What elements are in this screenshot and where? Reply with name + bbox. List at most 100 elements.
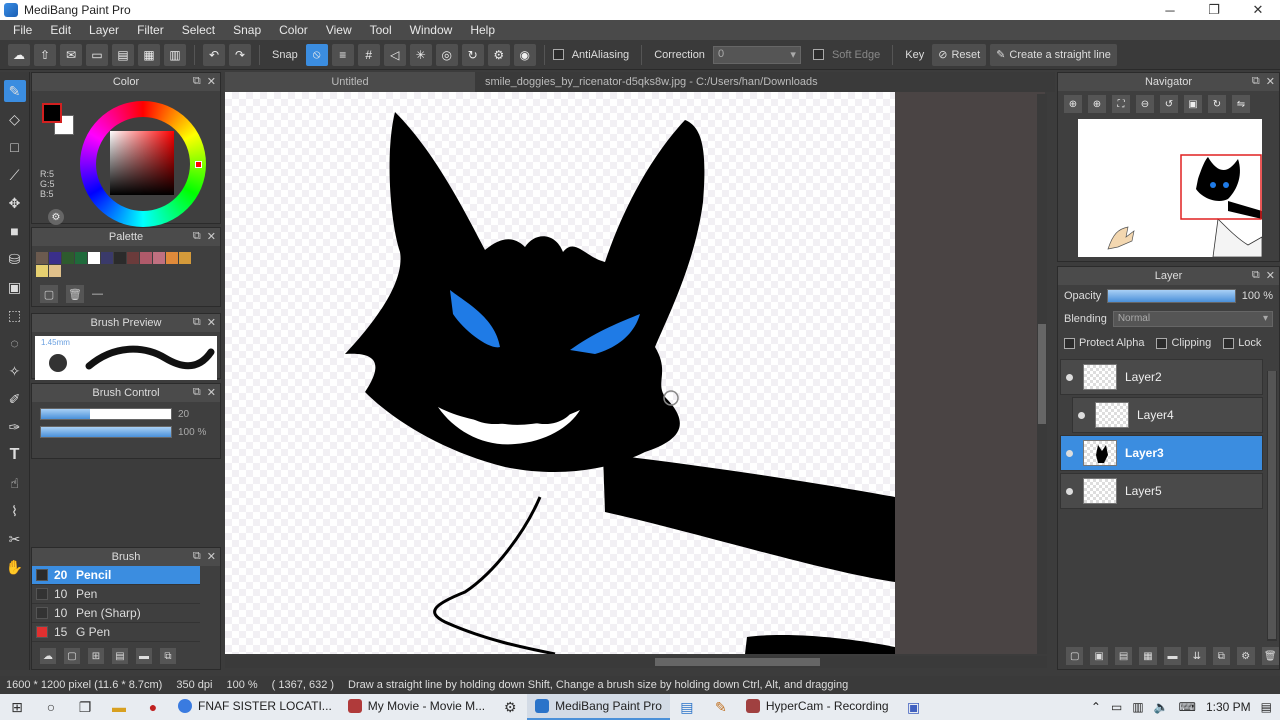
menu-edit[interactable]: Edit	[41, 23, 80, 37]
flip-icon[interactable]: ⇋	[1232, 95, 1250, 113]
taskbar-app-medibang[interactable]: MediBang Paint Pro	[527, 694, 670, 720]
protect-alpha-option[interactable]: Protect Alpha	[1064, 337, 1144, 349]
line-tool-icon[interactable]: ⟋	[4, 164, 26, 186]
rotate-left-icon[interactable]: ↺	[1160, 95, 1178, 113]
palette-swatch[interactable]	[140, 252, 152, 264]
menu-color[interactable]: Color	[270, 23, 317, 37]
tab-active-document[interactable]: smile_doggies_by_ricenator-d5qks8w.jpg -…	[475, 72, 828, 92]
new-halftone-layer-icon[interactable]: ▣	[1090, 647, 1108, 665]
menu-help[interactable]: Help	[461, 23, 504, 37]
menu-select[interactable]: Select	[173, 23, 224, 37]
palette-swatch[interactable]	[101, 252, 113, 264]
palette-swatch[interactable]	[36, 252, 48, 264]
eraser-tool-icon[interactable]: ◇	[4, 108, 26, 130]
new-8bit-layer-icon[interactable]: ▤	[1114, 647, 1133, 665]
zoom-in-alt-icon[interactable]: ⊕	[1088, 95, 1106, 113]
layer-row[interactable]: Layer3	[1060, 435, 1263, 471]
brush-item[interactable]: 10 Pen (Sharp)	[32, 604, 200, 623]
palette-swatch[interactable]	[49, 265, 61, 277]
popout-icon[interactable]: ⧉	[1252, 75, 1260, 88]
layer-row[interactable]: Layer5	[1060, 473, 1263, 509]
snap-grid-icon[interactable]: #	[357, 43, 380, 66]
clock[interactable]: 1:30 PM	[1206, 700, 1251, 714]
taskbar-app-chrome[interactable]: FNAF SISTER LOCATI...	[170, 694, 340, 720]
lasso-tool-icon[interactable]: ◌	[4, 332, 26, 354]
add-brush-icon[interactable]: ⊞	[88, 648, 104, 664]
operation-tool-icon[interactable]: ☝	[4, 472, 26, 494]
cortana-icon[interactable]: ○	[34, 694, 68, 720]
magic-wand-icon[interactable]: ✧	[4, 360, 26, 382]
popout-icon[interactable]: ⧉	[193, 230, 201, 243]
keyboard-icon[interactable]: ⌨	[1179, 700, 1196, 714]
cloud-brush-icon[interactable]: ☁	[40, 648, 56, 664]
snap-parallel-icon[interactable]: ≡	[331, 43, 354, 66]
settings-gear-icon[interactable]: ⚙	[493, 694, 527, 720]
palette-swatch[interactable]	[88, 252, 100, 264]
undo-icon[interactable]: ↶	[203, 43, 225, 66]
comic-icon[interactable]: ▭	[86, 43, 108, 66]
snap-off-icon[interactable]: ⦸	[305, 43, 328, 66]
brush-settings-icon[interactable]: ▤	[112, 648, 128, 664]
bucket-tool-icon[interactable]: ⛁	[4, 248, 26, 270]
text-tool-icon[interactable]: T	[4, 444, 26, 466]
snap-curve-icon[interactable]: ↻	[461, 43, 484, 66]
volume-icon[interactable]: 🔈	[1154, 700, 1169, 714]
close-icon[interactable]: ✕	[207, 230, 216, 243]
duplicate-layer-icon[interactable]: ⧉	[1212, 647, 1231, 665]
popout-icon[interactable]: ⧉	[193, 316, 201, 329]
close-icon[interactable]: ✕	[1266, 75, 1275, 88]
new-layer-icon[interactable]: ▢	[1066, 647, 1084, 665]
cloud-icon[interactable]: ☁	[8, 43, 30, 66]
rotate-right-icon[interactable]: ↻	[1208, 95, 1226, 113]
scroll-thumb[interactable]	[655, 658, 820, 666]
new-brush-icon[interactable]: ▢	[64, 648, 80, 664]
menu-view[interactable]: View	[317, 23, 361, 37]
folder-icon[interactable]: ▬	[136, 648, 152, 664]
new-palette-icon[interactable]: ▢	[40, 285, 58, 303]
paint-icon[interactable]: ✎	[704, 694, 738, 720]
panels-icon[interactable]: ▥	[164, 43, 186, 66]
zoom-in-icon[interactable]: ⊕	[1064, 95, 1082, 113]
folder-icon[interactable]: ▬	[1163, 647, 1182, 665]
tab-untitled[interactable]: Untitled	[225, 72, 475, 92]
notifications-icon[interactable]: ▤	[1261, 700, 1272, 714]
select-eraser-icon[interactable]: ✑	[4, 416, 26, 438]
file-explorer-icon[interactable]: ▬	[102, 694, 136, 720]
brush-tool-icon[interactable]: ✎	[3, 80, 26, 102]
brush-size-slider[interactable]	[40, 408, 172, 420]
visibility-toggle[interactable]	[1061, 487, 1077, 495]
trash-icon[interactable]: 🗑	[66, 285, 84, 303]
clipping-option[interactable]: Clipping	[1156, 337, 1211, 349]
hand-tool-icon[interactable]: ✋	[4, 556, 26, 578]
snap-target-icon[interactable]: ◉	[513, 43, 536, 66]
redo-icon[interactable]: ↷	[229, 43, 251, 66]
network-icon[interactable]: ▥	[1132, 700, 1143, 714]
soft-edge-checkbox[interactable]	[812, 49, 824, 60]
reset-button[interactable]: ⊘ Reset	[932, 43, 987, 66]
palette-swatch[interactable]	[62, 252, 74, 264]
menu-window[interactable]: Window	[401, 23, 462, 37]
close-icon[interactable]: ✕	[207, 386, 216, 399]
visibility-toggle[interactable]	[1073, 411, 1089, 419]
close-icon[interactable]: ✕	[207, 75, 216, 88]
foreground-color-swatch[interactable]	[42, 103, 62, 123]
app-icon-extra[interactable]: ▣	[897, 694, 931, 720]
move-tool-icon[interactable]: ✥	[4, 192, 26, 214]
popout-icon[interactable]: ⧉	[1252, 269, 1260, 282]
menu-layer[interactable]: Layer	[80, 23, 128, 37]
delete-layer-icon[interactable]: 🗑	[1261, 647, 1279, 665]
merge-down-icon[interactable]: ⇊	[1188, 647, 1206, 665]
record-icon[interactable]: ●	[136, 694, 170, 720]
taskbar-app-hypercam[interactable]: HyperCam - Recording	[738, 694, 897, 720]
blending-select[interactable]: Normal ▾	[1112, 311, 1273, 327]
task-view-icon[interactable]: ❐	[68, 694, 102, 720]
protect-alpha-checkbox[interactable]	[1064, 337, 1075, 349]
scroll-thumb[interactable]	[1038, 324, 1046, 424]
taskbar-app-movie-maker[interactable]: My Movie - Movie M...	[340, 694, 493, 720]
brush-item[interactable]: 15 G Pen	[32, 623, 200, 642]
brush-item[interactable]: 20 Pencil	[32, 566, 200, 585]
straight-line-button[interactable]: ✎ Create a straight line	[990, 43, 1117, 66]
canvas-area[interactable]	[225, 92, 1045, 654]
saturation-value-square[interactable]	[110, 131, 174, 195]
snap-settings-icon[interactable]: ⚙	[487, 43, 510, 66]
